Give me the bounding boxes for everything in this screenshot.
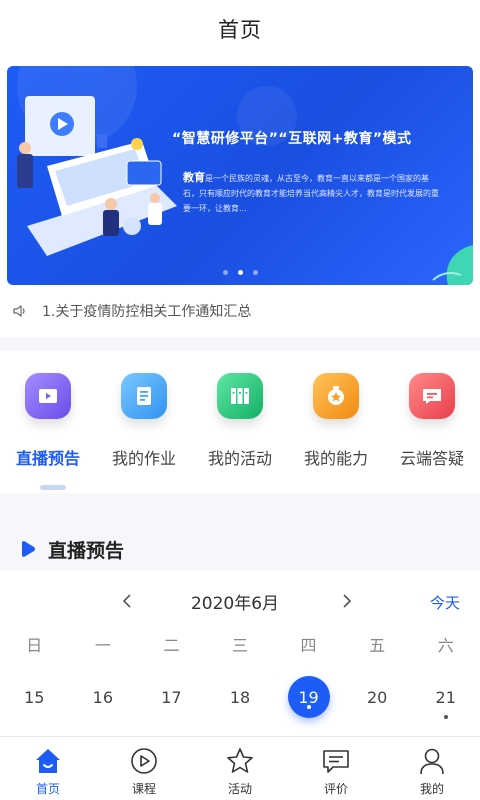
calendar: 2020年6月 今天 日 一 二 三 四 五 六 15 16 17 18 19 … [0, 571, 480, 725]
weekday-label: 五 [369, 636, 386, 655]
quick-item-label: 云端答疑 [399, 449, 464, 468]
active-tab-indicator [40, 485, 66, 490]
tab-course[interactable]: 课程 [109, 737, 179, 800]
section-title: 直播预告 [48, 539, 125, 562]
banner-container: “智慧研修平台”“互联网+教育”模式 教育是一个民族的灵魂，从古至今，教育一直以… [0, 58, 480, 285]
day-number: 19 [287, 676, 330, 718]
tab-label: 我的 [419, 782, 444, 796]
tab-activity[interactable]: 活动 [205, 737, 275, 800]
user-icon [420, 748, 444, 775]
banner-desc-lead: 教育 [183, 171, 205, 184]
day-row: 15 16 17 18 19 20 21 [0, 669, 480, 725]
weekday-label: 二 [163, 636, 180, 655]
calendar-header: 2020年6月 今天 [0, 583, 480, 619]
quick-item-live-preview[interactable]: 直播预告 [3, 373, 93, 493]
day-number: 15 [24, 687, 45, 707]
chevron-right-icon[interactable] [336, 591, 356, 611]
tab-evaluation[interactable]: 评价 [301, 737, 371, 800]
weekday-row: 日 一 二 三 四 五 六 [0, 619, 480, 669]
star-activity-icon [227, 748, 253, 773]
tab-label: 活动 [227, 782, 252, 796]
banner-illustration [17, 96, 177, 256]
day-number: 17 [161, 687, 182, 707]
quick-item-label: 我的活动 [207, 449, 272, 468]
tab-mine[interactable]: 我的 [397, 737, 467, 800]
quick-item-homework[interactable]: 我的作业 [99, 373, 189, 493]
calendar-month: 2020年6月 [190, 593, 280, 614]
quick-entry-menu: 直播预告 我的作业 我的活动 我的能力 云端答疑 [0, 351, 480, 493]
calendar-day[interactable]: 20 [343, 675, 412, 719]
weekday-label: 六 [437, 636, 454, 655]
weekday-label: 四 [300, 636, 317, 655]
section-header: 直播预告 [0, 527, 480, 571]
tab-label: 首页 [35, 782, 60, 796]
calendar-day[interactable]: 16 [69, 675, 138, 719]
day-number: 18 [229, 687, 251, 707]
section-divider [0, 493, 480, 527]
bottom-tab-bar: 首页 课程 活动 评价 我的 [0, 736, 480, 800]
home-icon [36, 749, 60, 773]
cloud-qa-icon [409, 373, 455, 419]
day-number: 21 [435, 687, 456, 707]
quick-item-cloud-qa[interactable]: 云端答疑 [387, 373, 477, 493]
speaker-icon [13, 305, 25, 317]
calendar-day[interactable]: 21 [411, 675, 480, 719]
page-title: 首页 [218, 18, 262, 42]
pagination-dot[interactable] [222, 270, 228, 275]
quick-item-label: 直播预告 [15, 449, 80, 468]
weekday-label: 三 [231, 636, 248, 655]
ability-medal-icon [313, 373, 359, 419]
comment-icon [323, 750, 349, 773]
leaf-decor-icon [432, 245, 473, 285]
calendar-day[interactable]: 18 [206, 675, 275, 719]
promo-banner[interactable]: “智慧研修平台”“互联网+教育”模式 教育是一个民族的灵魂，从古至今，教育一直以… [7, 66, 473, 285]
day-number: 16 [92, 687, 114, 707]
weekday-label: 一 [94, 636, 111, 655]
quick-item-label: 我的作业 [111, 449, 176, 468]
pagination-dot[interactable] [252, 270, 258, 275]
banner-title: “智慧研修平台”“互联网+教育”模式 [172, 131, 412, 147]
event-marker [306, 705, 311, 709]
app-header: 首页 [0, 0, 480, 58]
activity-icon [217, 373, 263, 419]
banner-pagination [7, 270, 473, 275]
calendar-day[interactable]: 17 [137, 675, 206, 719]
notice-bar[interactable]: 1.关于疫情防控相关工作通知汇总 [0, 285, 480, 337]
live-preview-icon [25, 373, 71, 419]
today-button[interactable]: 今天 [430, 592, 460, 613]
tab-label: 评价 [323, 782, 348, 796]
tab-label: 课程 [131, 782, 156, 796]
section-divider [0, 337, 480, 351]
banner-description: 教育是一个民族的灵魂，从古至今，教育一直以来都是一个国家的基石，只有顺应时代的教… [183, 170, 439, 216]
chevron-left-icon[interactable] [118, 591, 138, 611]
weekday-label: 日 [26, 636, 43, 655]
notice-text: 1.关于疫情防控相关工作通知汇总 [42, 304, 252, 320]
event-marker [443, 715, 448, 719]
quick-item-activity[interactable]: 我的活动 [195, 373, 285, 493]
pagination-dot-active[interactable] [237, 270, 243, 275]
calendar-day-selected[interactable]: 19 [274, 675, 343, 719]
section-marker-icon [22, 541, 35, 557]
tab-home[interactable]: 首页 [13, 737, 83, 800]
calendar-day[interactable]: 15 [0, 675, 69, 719]
day-number: 20 [366, 687, 388, 707]
quick-item-ability[interactable]: 我的能力 [291, 373, 381, 493]
homework-icon [121, 373, 167, 419]
banner-desc-body: 是一个民族的灵魂，从古至今，教育一直以来都是一个国家的基石，只有顺应时代的教育才… [183, 174, 439, 213]
quick-item-label: 我的能力 [303, 449, 368, 468]
play-course-icon [131, 748, 157, 774]
